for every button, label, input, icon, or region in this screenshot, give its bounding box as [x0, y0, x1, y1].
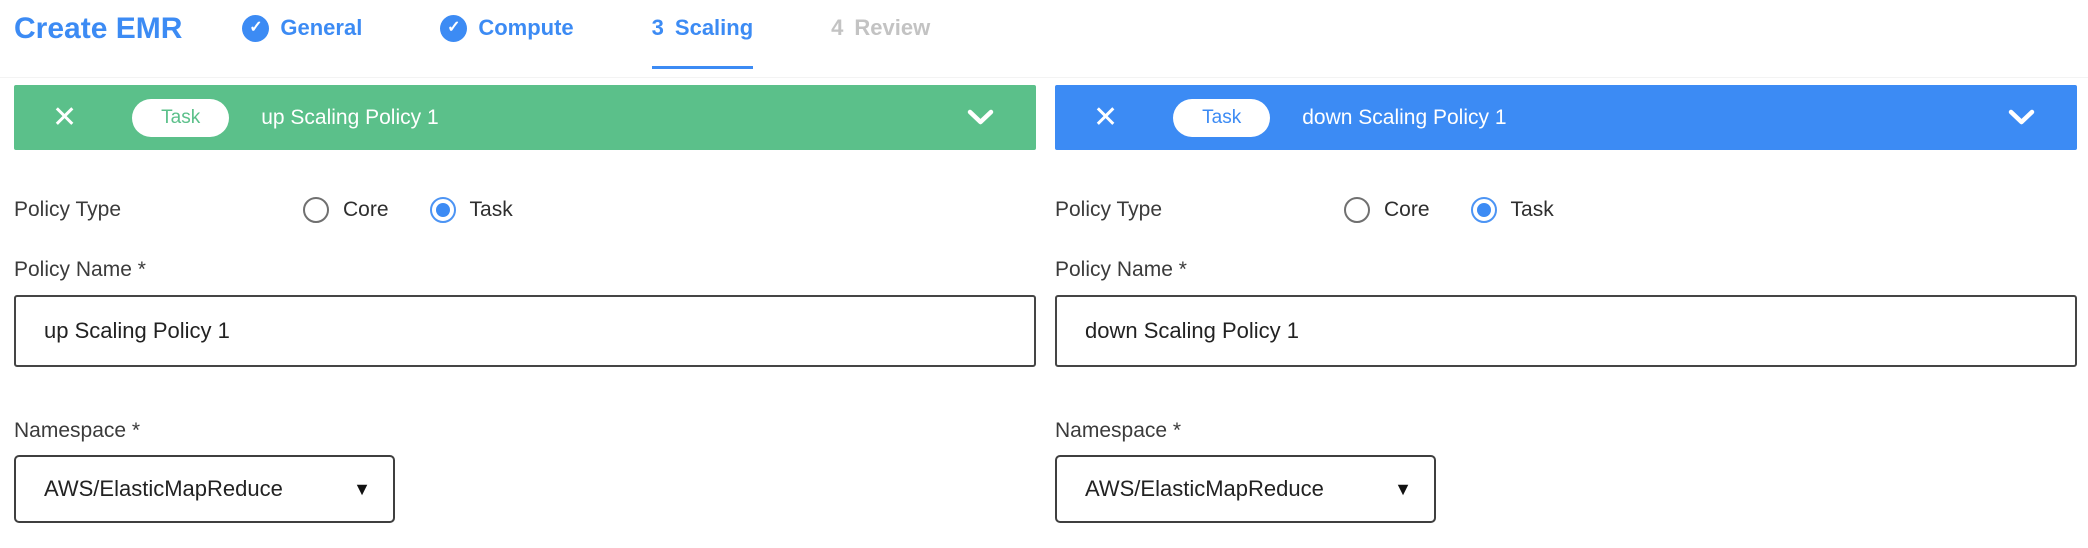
wizard-header: Create EMR ✓ General ✓ Compute 3 Scaling… — [0, 0, 2088, 78]
step-review[interactable]: 4 Review — [831, 13, 930, 66]
step-compute[interactable]: ✓ Compute — [440, 13, 573, 66]
policy-name-label: Policy Name * — [1055, 258, 2077, 282]
radio-task-label: Task — [470, 198, 513, 222]
scale-up-policy-header[interactable]: ✕ Task up Scaling Policy 1 — [14, 85, 1036, 150]
policy-header-title: down Scaling Policy 1 — [1302, 106, 1506, 130]
chevron-down-icon[interactable] — [967, 109, 994, 126]
page-title: Create EMR — [14, 13, 182, 45]
step-label: Scaling — [675, 13, 753, 43]
scale-up-policy-panel: ✕ Task up Scaling Policy 1 Policy Type C… — [14, 85, 1036, 523]
namespace-selected-value: AWS/ElasticMapReduce — [1085, 476, 1324, 502]
close-icon[interactable]: ✕ — [1093, 103, 1118, 133]
policy-type-label: Policy Type — [14, 198, 303, 222]
policy-type-radio-group: Core Task — [1344, 197, 1554, 223]
step-label: General — [280, 13, 362, 43]
step-label: Compute — [478, 13, 573, 43]
close-icon[interactable]: ✕ — [52, 103, 77, 133]
policy-name-input[interactable] — [14, 295, 1036, 367]
radio-task[interactable] — [430, 197, 456, 223]
namespace-select[interactable]: AWS/ElasticMapReduce ▼ — [14, 455, 395, 523]
radio-core-label: Core — [343, 198, 389, 222]
step-number: 3 — [652, 13, 664, 43]
radio-task[interactable] — [1471, 197, 1497, 223]
namespace-label: Namespace * — [1055, 419, 2077, 443]
policy-name-input[interactable] — [1055, 295, 2077, 367]
radio-core[interactable] — [303, 197, 329, 223]
dropdown-caret-icon: ▼ — [1394, 480, 1412, 498]
radio-core[interactable] — [1344, 197, 1370, 223]
node-type-badge: Task — [1173, 99, 1270, 137]
chevron-down-icon[interactable] — [2008, 109, 2035, 126]
scaling-policies-container: ✕ Task up Scaling Policy 1 Policy Type C… — [14, 85, 2077, 523]
step-scaling[interactable]: 3 Scaling — [652, 13, 754, 69]
step-label: Review — [854, 13, 930, 43]
namespace-select[interactable]: AWS/ElasticMapReduce ▼ — [1055, 455, 1436, 523]
check-icon: ✓ — [440, 15, 467, 42]
policy-name-label: Policy Name * — [14, 258, 1036, 282]
policy-header-title: up Scaling Policy 1 — [261, 106, 438, 130]
radio-task-label: Task — [1511, 198, 1554, 222]
policy-type-label: Policy Type — [1055, 198, 1344, 222]
radio-core-label: Core — [1384, 198, 1430, 222]
namespace-selected-value: AWS/ElasticMapReduce — [44, 476, 283, 502]
dropdown-caret-icon: ▼ — [353, 480, 371, 498]
policy-type-row: Policy Type Core Task — [1055, 197, 2077, 223]
step-general[interactable]: ✓ General — [242, 13, 362, 66]
policy-type-row: Policy Type Core Task — [14, 197, 1036, 223]
node-type-badge: Task — [132, 99, 229, 137]
policy-type-radio-group: Core Task — [303, 197, 513, 223]
check-icon: ✓ — [242, 15, 269, 42]
namespace-label: Namespace * — [14, 419, 1036, 443]
scale-down-policy-header[interactable]: ✕ Task down Scaling Policy 1 — [1055, 85, 2077, 150]
scale-down-policy-panel: ✕ Task down Scaling Policy 1 Policy Type… — [1055, 85, 2077, 523]
step-number: 4 — [831, 13, 843, 43]
